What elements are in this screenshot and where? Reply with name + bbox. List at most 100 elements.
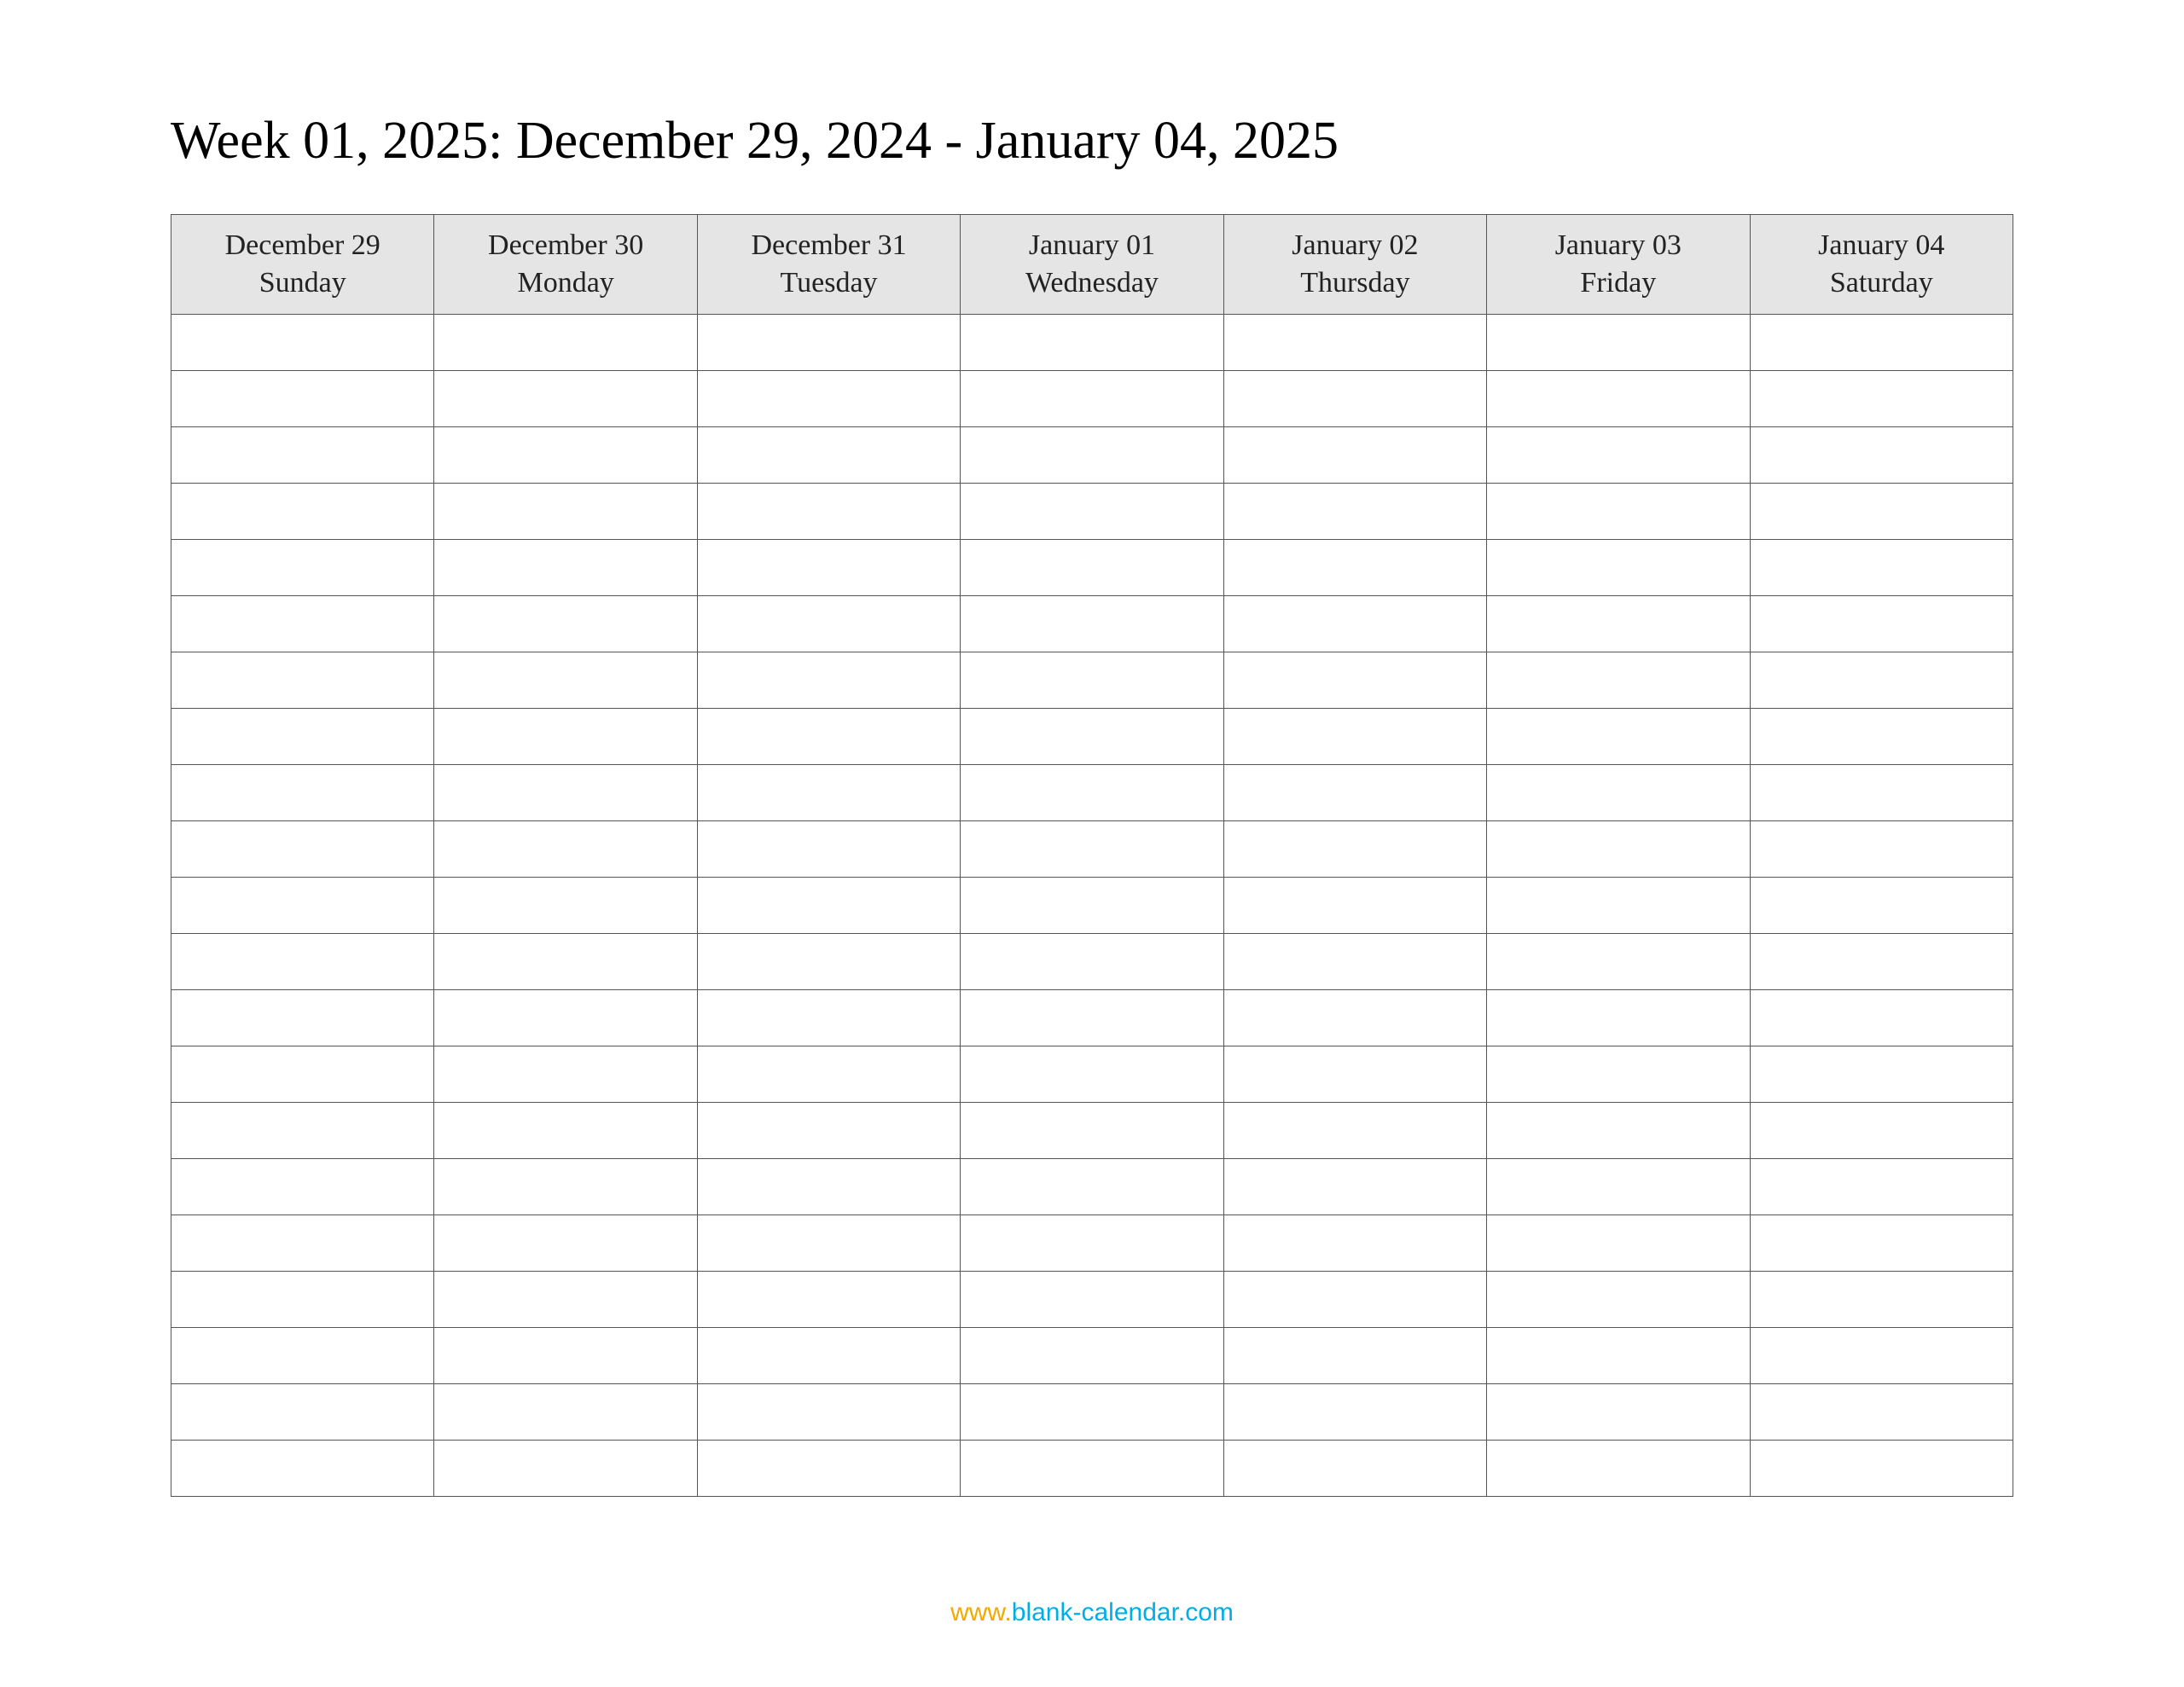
- calendar-cell[interactable]: [434, 1103, 697, 1159]
- calendar-cell[interactable]: [961, 1328, 1223, 1384]
- calendar-cell[interactable]: [697, 990, 960, 1046]
- calendar-cell[interactable]: [1223, 1441, 1486, 1497]
- calendar-cell[interactable]: [1487, 1103, 1750, 1159]
- calendar-cell[interactable]: [697, 540, 960, 596]
- calendar-cell[interactable]: [961, 427, 1223, 484]
- calendar-cell[interactable]: [1487, 934, 1750, 990]
- calendar-cell[interactable]: [1223, 596, 1486, 652]
- calendar-cell[interactable]: [1223, 934, 1486, 990]
- calendar-cell[interactable]: [1487, 596, 1750, 652]
- calendar-cell[interactable]: [1750, 540, 2013, 596]
- calendar-cell[interactable]: [1750, 427, 2013, 484]
- calendar-cell[interactable]: [434, 1384, 697, 1441]
- calendar-cell[interactable]: [961, 1046, 1223, 1103]
- calendar-cell[interactable]: [1223, 1159, 1486, 1215]
- calendar-cell[interactable]: [1487, 1441, 1750, 1497]
- calendar-cell[interactable]: [1223, 1103, 1486, 1159]
- calendar-cell[interactable]: [171, 371, 434, 427]
- calendar-cell[interactable]: [1750, 1159, 2013, 1215]
- calendar-cell[interactable]: [961, 1272, 1223, 1328]
- calendar-cell[interactable]: [1223, 540, 1486, 596]
- calendar-cell[interactable]: [434, 990, 697, 1046]
- calendar-cell[interactable]: [1223, 709, 1486, 765]
- calendar-cell[interactable]: [1750, 1272, 2013, 1328]
- calendar-cell[interactable]: [171, 709, 434, 765]
- calendar-cell[interactable]: [697, 1103, 960, 1159]
- calendar-cell[interactable]: [697, 1046, 960, 1103]
- calendar-cell[interactable]: [961, 1159, 1223, 1215]
- calendar-cell[interactable]: [1750, 596, 2013, 652]
- calendar-cell[interactable]: [1750, 821, 2013, 878]
- calendar-cell[interactable]: [1223, 484, 1486, 540]
- calendar-cell[interactable]: [434, 1159, 697, 1215]
- calendar-cell[interactable]: [1487, 1384, 1750, 1441]
- calendar-cell[interactable]: [961, 709, 1223, 765]
- calendar-cell[interactable]: [171, 540, 434, 596]
- calendar-cell[interactable]: [1487, 315, 1750, 371]
- calendar-cell[interactable]: [434, 484, 697, 540]
- calendar-cell[interactable]: [171, 484, 434, 540]
- calendar-cell[interactable]: [697, 1272, 960, 1328]
- calendar-cell[interactable]: [1487, 427, 1750, 484]
- calendar-cell[interactable]: [434, 1328, 697, 1384]
- calendar-cell[interactable]: [1223, 371, 1486, 427]
- calendar-cell[interactable]: [961, 484, 1223, 540]
- calendar-cell[interactable]: [697, 709, 960, 765]
- calendar-cell[interactable]: [171, 1215, 434, 1272]
- calendar-cell[interactable]: [1750, 1215, 2013, 1272]
- calendar-cell[interactable]: [1223, 1215, 1486, 1272]
- calendar-cell[interactable]: [1223, 1328, 1486, 1384]
- calendar-cell[interactable]: [171, 1159, 434, 1215]
- calendar-cell[interactable]: [1750, 652, 2013, 709]
- calendar-cell[interactable]: [1223, 990, 1486, 1046]
- calendar-cell[interactable]: [1750, 934, 2013, 990]
- calendar-cell[interactable]: [434, 878, 697, 934]
- calendar-cell[interactable]: [961, 540, 1223, 596]
- calendar-cell[interactable]: [697, 1159, 960, 1215]
- calendar-cell[interactable]: [434, 427, 697, 484]
- calendar-cell[interactable]: [1487, 652, 1750, 709]
- calendar-cell[interactable]: [697, 652, 960, 709]
- calendar-cell[interactable]: [697, 427, 960, 484]
- calendar-cell[interactable]: [434, 1046, 697, 1103]
- calendar-cell[interactable]: [1223, 1272, 1486, 1328]
- calendar-cell[interactable]: [434, 821, 697, 878]
- calendar-cell[interactable]: [434, 596, 697, 652]
- calendar-cell[interactable]: [434, 652, 697, 709]
- calendar-cell[interactable]: [1487, 1328, 1750, 1384]
- calendar-cell[interactable]: [1487, 1159, 1750, 1215]
- calendar-cell[interactable]: [961, 596, 1223, 652]
- calendar-cell[interactable]: [434, 709, 697, 765]
- calendar-cell[interactable]: [171, 652, 434, 709]
- calendar-cell[interactable]: [1750, 709, 2013, 765]
- calendar-cell[interactable]: [1223, 315, 1486, 371]
- calendar-cell[interactable]: [1223, 821, 1486, 878]
- calendar-cell[interactable]: [1223, 878, 1486, 934]
- calendar-cell[interactable]: [434, 540, 697, 596]
- calendar-cell[interactable]: [961, 1441, 1223, 1497]
- calendar-cell[interactable]: [1750, 1046, 2013, 1103]
- calendar-cell[interactable]: [1487, 709, 1750, 765]
- calendar-cell[interactable]: [171, 596, 434, 652]
- footer-link[interactable]: www.blank-calendar.com: [0, 1598, 2184, 1627]
- calendar-cell[interactable]: [697, 1215, 960, 1272]
- calendar-cell[interactable]: [171, 821, 434, 878]
- calendar-cell[interactable]: [1750, 1441, 2013, 1497]
- calendar-cell[interactable]: [1223, 1046, 1486, 1103]
- calendar-cell[interactable]: [697, 371, 960, 427]
- calendar-cell[interactable]: [1487, 765, 1750, 821]
- calendar-cell[interactable]: [697, 596, 960, 652]
- calendar-cell[interactable]: [171, 765, 434, 821]
- calendar-cell[interactable]: [697, 878, 960, 934]
- calendar-cell[interactable]: [434, 1441, 697, 1497]
- calendar-cell[interactable]: [434, 371, 697, 427]
- calendar-cell[interactable]: [1750, 878, 2013, 934]
- calendar-cell[interactable]: [171, 1328, 434, 1384]
- calendar-cell[interactable]: [1750, 765, 2013, 821]
- calendar-cell[interactable]: [1750, 315, 2013, 371]
- calendar-cell[interactable]: [961, 934, 1223, 990]
- calendar-cell[interactable]: [697, 1384, 960, 1441]
- calendar-cell[interactable]: [1487, 540, 1750, 596]
- calendar-cell[interactable]: [434, 765, 697, 821]
- calendar-cell[interactable]: [434, 1272, 697, 1328]
